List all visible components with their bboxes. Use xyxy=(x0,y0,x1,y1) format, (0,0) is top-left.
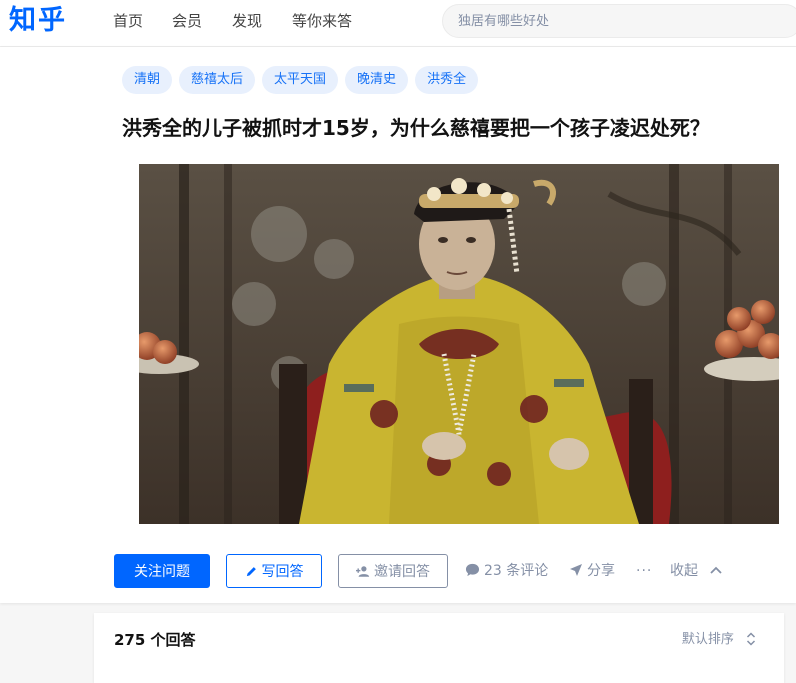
search-input[interactable] xyxy=(443,5,778,37)
topic-tag[interactable]: 太平天国 xyxy=(262,66,339,94)
zhihu-logo[interactable]: 知乎 xyxy=(9,4,67,38)
topic-tags: 清朝 慈禧太后 太平天国 晚清史 洪秀全 xyxy=(122,66,479,94)
topic-tag[interactable]: 晚清史 xyxy=(345,66,409,94)
question-photo[interactable] xyxy=(139,164,779,524)
pencil-icon xyxy=(246,566,256,576)
answer-count: 275 个回答 xyxy=(114,631,196,649)
share-label: 分享 xyxy=(587,563,615,579)
chevron-up-icon xyxy=(710,566,723,574)
write-answer-label: 写回答 xyxy=(261,564,304,580)
topic-tag[interactable]: 慈禧太后 xyxy=(179,66,256,94)
nav-waiting-answers[interactable]: 等你来答 xyxy=(292,11,352,31)
sort-dropdown[interactable]: 默认排序 xyxy=(682,629,760,651)
sort-label: 默认排序 xyxy=(681,632,734,647)
search-box[interactable] xyxy=(442,4,796,38)
share-button[interactable]: 分享 xyxy=(569,554,615,588)
comments-label: 23 条评论 xyxy=(484,563,549,579)
invite-user-icon xyxy=(356,565,370,577)
follow-question-button[interactable]: 关注问题 xyxy=(114,554,210,588)
nav-home[interactable]: 首页 xyxy=(113,11,143,31)
comments-button[interactable]: 23 条评论 xyxy=(465,554,548,588)
invite-answer-button[interactable]: 邀请回答 xyxy=(338,554,448,588)
share-icon xyxy=(570,564,582,576)
collapse-button[interactable]: 收起 xyxy=(670,554,726,588)
comment-icon xyxy=(465,563,480,577)
top-header: 知乎 首页 会员 发现 等你来答 xyxy=(0,0,796,47)
empress-dowager-portrait xyxy=(139,164,779,524)
question-title: 洪秀全的儿子被抓时才15岁，为什么慈禧要把一个孩子凌迟处死？ xyxy=(122,116,710,140)
topic-tag[interactable]: 清朝 xyxy=(122,66,173,94)
sort-toggle-icon xyxy=(746,631,756,646)
nav-membership[interactable]: 会员 xyxy=(172,11,202,31)
question-actions: 关注问题 写回答 邀请回答 23 条评论 分享 ··· 收起 xyxy=(114,554,794,588)
topic-tag[interactable]: 洪秀全 xyxy=(415,66,479,94)
more-icon[interactable]: ··· xyxy=(636,554,652,588)
answers-header-card: 275 个回答 默认排序 xyxy=(94,613,784,683)
invite-answer-label: 邀请回答 xyxy=(374,564,430,580)
collapse-label: 收起 xyxy=(670,563,698,579)
question-card: 清朝 慈禧太后 太平天国 晚清史 洪秀全 洪秀全的儿子被抓时才15岁，为什么慈禧… xyxy=(0,47,796,603)
write-answer-button[interactable]: 写回答 xyxy=(226,554,322,588)
nav-discover[interactable]: 发现 xyxy=(232,11,262,31)
